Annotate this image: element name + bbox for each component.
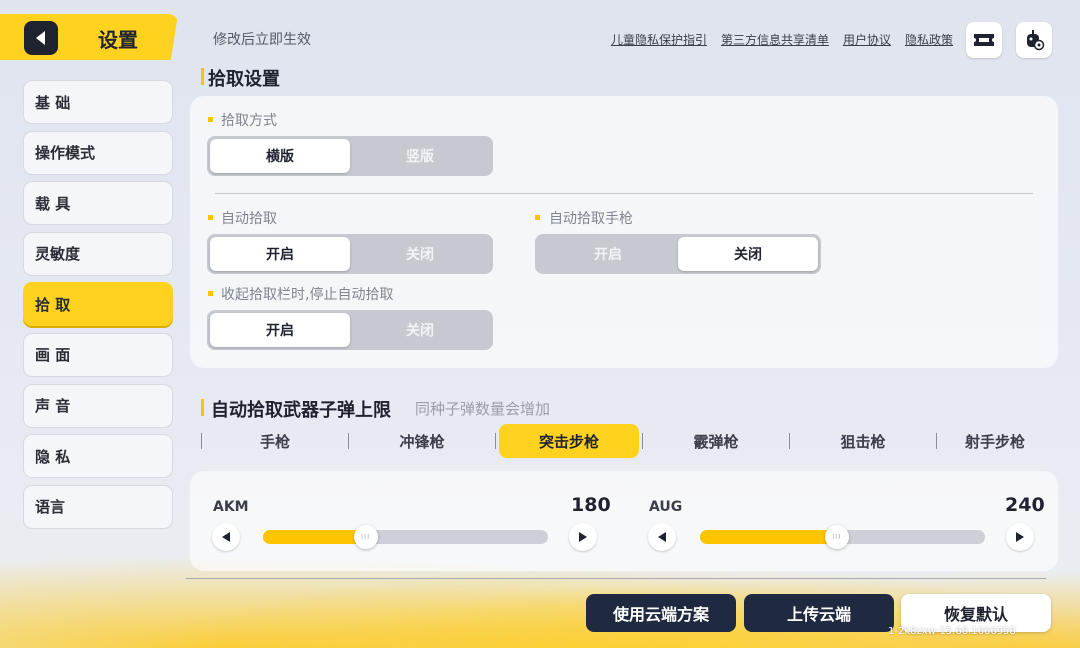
auto-pickup-pistol-label: 自动拾取手枪 [549, 211, 633, 227]
weapon-tabs: 手枪 冲锋枪 突击步枪 霰弹枪 狙击枪 射手步枪 [200, 424, 1050, 458]
akm-value: 180 [571, 494, 611, 516]
version-text: 1-2k8zxw-15.68.1666958 [888, 626, 1016, 637]
auto-pickup-off[interactable]: 关闭 [350, 237, 490, 271]
sidebar-item-basic[interactable]: 基 础 [23, 80, 173, 124]
tab-separator [348, 433, 349, 449]
pickup-mode-toggle: 横版 竖版 [207, 136, 493, 176]
aug-increase-button[interactable] [1006, 523, 1034, 551]
aug-value: 240 [1005, 494, 1045, 516]
pickup-mode-label: 拾取方式 [221, 113, 277, 129]
akm-decrease-button[interactable] [212, 523, 240, 551]
ammo-limit-title: 自动拾取武器子弹上限 [211, 400, 391, 421]
top-links: 儿童隐私保护指引 第三方信息共享清单 用户协议 隐私政策 [611, 31, 953, 48]
akm-slider[interactable]: III [263, 525, 548, 549]
auto-pickup-toggle: 开启 关闭 [207, 234, 493, 274]
akm-slider-fill [263, 530, 366, 544]
sidebar-item-label: 基 础 [35, 93, 71, 112]
divider [215, 193, 1033, 194]
arrow-right-icon [1016, 532, 1024, 542]
sidebar-item-label: 声 音 [35, 397, 71, 416]
collapse-stop-label: 收起拾取栏时,停止自动拾取 [221, 287, 394, 303]
tab-pistol[interactable]: 手枪 [205, 424, 345, 458]
aug-slider-fill [700, 530, 837, 544]
ticket-icon [974, 34, 994, 46]
option-dot [208, 291, 213, 296]
auto-pickup-pistol-off[interactable]: 关闭 [678, 237, 818, 271]
link-child-privacy[interactable]: 儿童隐私保护指引 [611, 31, 707, 48]
aug-label: AUG [649, 499, 683, 515]
sidebar-item-label: 语言 [35, 498, 66, 517]
tab-shotgun[interactable]: 霰弹枪 [646, 424, 786, 458]
tab-sniper[interactable]: 狙击枪 [793, 424, 933, 458]
tab-smg[interactable]: 冲锋枪 [352, 424, 492, 458]
robot-settings-button[interactable] [1016, 22, 1052, 58]
option-dot [208, 117, 213, 122]
link-third-party-list[interactable]: 第三方信息共享清单 [721, 31, 829, 48]
tab-separator [642, 433, 643, 449]
page-title: 设置 [98, 28, 138, 52]
back-arrow-icon [36, 31, 45, 45]
sidebar: 基 础 操作模式 载 具 灵敏度 拾 取 画 面 声 音 隐 私 语言 [23, 80, 173, 535]
sidebar-item-control-mode[interactable]: 操作模式 [23, 130, 173, 175]
aug-decrease-button[interactable] [648, 523, 676, 551]
sidebar-item-label: 拾 取 [35, 295, 71, 314]
sidebar-item-language[interactable]: 语言 [23, 484, 173, 529]
use-cloud-scheme-button[interactable]: 使用云端方案 [586, 594, 736, 632]
akm-increase-button[interactable] [569, 523, 597, 551]
option-dot [208, 215, 213, 220]
auto-pickup-pistol-on[interactable]: 开启 [538, 237, 678, 271]
pickup-mode-vertical[interactable]: 竖版 [350, 139, 490, 173]
pickup-section-title: 拾取设置 [208, 69, 280, 90]
sidebar-item-label: 灵敏度 [35, 245, 81, 264]
pickup-mode-horizontal[interactable]: 横版 [210, 139, 350, 173]
sidebar-item-privacy[interactable]: 隐 私 [23, 434, 173, 479]
tab-marksman-rifle[interactable]: 射手步枪 [940, 424, 1050, 458]
ammo-slider-panel [190, 471, 1058, 571]
auto-pickup-label: 自动拾取 [221, 211, 277, 227]
sidebar-item-graphics[interactable]: 画 面 [23, 332, 173, 377]
arrow-left-icon [222, 532, 230, 542]
ticket-button[interactable] [966, 22, 1002, 58]
auto-pickup-pistol-toggle: 开启 关闭 [535, 234, 821, 274]
tab-separator [495, 433, 496, 449]
option-dot [535, 215, 540, 220]
sidebar-item-audio[interactable]: 声 音 [23, 383, 173, 428]
collapse-stop-toggle: 开启 关闭 [207, 310, 493, 350]
aug-slider-handle[interactable]: III [824, 525, 849, 549]
footer-divider [186, 578, 1046, 579]
collapse-stop-on[interactable]: 开启 [210, 313, 350, 347]
collapse-stop-off[interactable]: 关闭 [350, 313, 490, 347]
ammo-limit-subtitle: 同种子弹数量会增加 [415, 400, 551, 418]
upload-cloud-button[interactable]: 上传云端 [744, 594, 894, 632]
sidebar-item-label: 画 面 [35, 346, 71, 365]
sidebar-item-label: 载 具 [35, 194, 71, 213]
tab-assault-rifle[interactable]: 突击步枪 [499, 424, 639, 458]
sidebar-item-vehicle[interactable]: 载 具 [23, 181, 173, 226]
aug-slider[interactable]: III [700, 525, 985, 549]
link-privacy-policy[interactable]: 隐私政策 [905, 31, 953, 48]
tab-separator [201, 433, 202, 449]
akm-label: AKM [213, 499, 249, 515]
tab-separator [936, 433, 937, 449]
arrow-right-icon [579, 532, 587, 542]
arrow-left-icon [658, 532, 666, 542]
sidebar-item-pickup[interactable]: 拾 取 [23, 282, 173, 327]
tab-separator [789, 433, 790, 449]
sidebar-item-sensitivity[interactable]: 灵敏度 [23, 231, 173, 276]
section-marker [201, 68, 204, 85]
auto-pickup-on[interactable]: 开启 [210, 237, 350, 271]
sidebar-item-label: 隐 私 [35, 447, 71, 466]
robot-settings-icon [1027, 30, 1045, 51]
link-user-agreement[interactable]: 用户协议 [843, 31, 891, 48]
back-button[interactable] [24, 21, 58, 55]
section-marker [201, 399, 204, 416]
header-hint: 修改后立即生效 [213, 32, 311, 48]
sidebar-item-label: 操作模式 [35, 144, 96, 163]
akm-slider-handle[interactable]: III [353, 525, 378, 549]
